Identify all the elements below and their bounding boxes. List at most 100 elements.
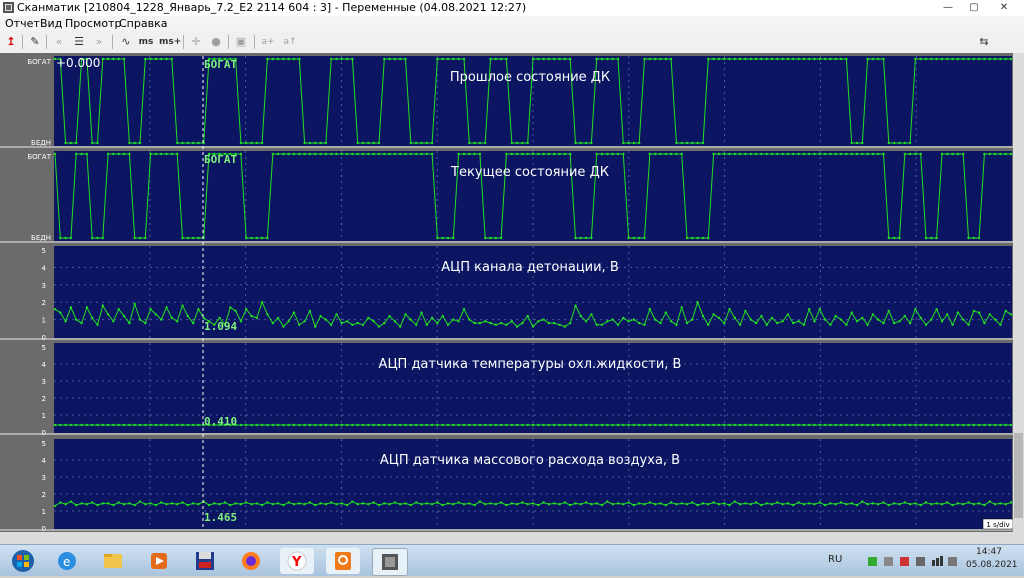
- data-point: [951, 423, 954, 427]
- file-explorer-icon[interactable]: [96, 548, 130, 574]
- data-point: [415, 501, 418, 504]
- internet-explorer-icon[interactable]: e: [50, 548, 84, 574]
- data-point: [356, 423, 359, 427]
- data-point: [898, 141, 901, 145]
- data-point: [298, 57, 301, 61]
- list-icon[interactable]: ☰: [70, 34, 88, 50]
- data-point: [468, 318, 471, 321]
- media-player-icon[interactable]: [142, 548, 176, 574]
- data-point: [484, 320, 487, 323]
- clock-time[interactable]: 14:47: [976, 547, 1002, 557]
- save-app-icon[interactable]: [188, 548, 222, 574]
- yandex-icon[interactable]: Y: [280, 548, 314, 574]
- menu-help[interactable]: Справка: [119, 17, 167, 30]
- data-point: [128, 423, 131, 427]
- data-point: [96, 503, 99, 507]
- y-label-rich: БОГАТ: [27, 58, 51, 66]
- data-point: [170, 57, 173, 61]
- data-point: [478, 141, 482, 145]
- maximize-button[interactable]: ▢: [961, 0, 987, 15]
- ms-scale-button[interactable]: ms: [137, 34, 155, 50]
- data-point: [213, 502, 216, 505]
- data-point: [632, 423, 636, 427]
- data-point: [930, 318, 933, 321]
- data-point: [515, 141, 519, 145]
- data-point: [728, 152, 731, 156]
- pdf-app-icon[interactable]: [326, 548, 360, 574]
- record-icon[interactable]: ●: [207, 34, 225, 50]
- data-point: [441, 236, 444, 240]
- data-point: [340, 321, 343, 325]
- marker-icon[interactable]: ✛: [187, 34, 205, 50]
- menu-view[interactable]: Вид: [40, 17, 62, 30]
- data-point: [808, 423, 811, 427]
- data-point: [675, 152, 678, 156]
- close-button[interactable]: ✕: [987, 0, 1021, 15]
- data-point: [75, 503, 78, 507]
- data-point: [887, 503, 890, 507]
- forward-icon[interactable]: »: [90, 34, 108, 50]
- data-point: [361, 502, 365, 505]
- start-orb-icon[interactable]: [4, 548, 42, 574]
- data-point: [829, 423, 832, 427]
- horizontal-scrollbar[interactable]: [0, 532, 1024, 544]
- data-point: [924, 236, 928, 240]
- waveform-icon[interactable]: ∿: [117, 34, 135, 50]
- data-point: [298, 152, 301, 156]
- chart-canvas[interactable]: БОГАТ БЕДН Прошлое состояние ДК БОГАТ БОГАТ Б…: [0, 53, 1024, 532]
- data-point: [430, 141, 434, 145]
- data-point: [967, 501, 970, 504]
- data-point: [425, 152, 428, 156]
- data-point: [691, 236, 694, 240]
- save-icon[interactable]: ▣: [232, 34, 250, 50]
- edit-icon[interactable]: ✎: [26, 34, 44, 50]
- data-point: [446, 423, 450, 427]
- data-point: [53, 308, 57, 311]
- ms-plus-scale-button[interactable]: ms+: [159, 34, 181, 50]
- data-point: [547, 423, 551, 427]
- keyboard-language[interactable]: RU: [828, 554, 842, 565]
- data-point: [383, 57, 386, 61]
- data-point: [154, 57, 158, 61]
- menu-browse[interactable]: Просмотр: [65, 17, 121, 30]
- data-point: [839, 501, 843, 504]
- marker-up-button[interactable]: a↑: [281, 34, 299, 50]
- data-point: [946, 152, 949, 156]
- data-point: [415, 323, 418, 326]
- data-point: [595, 323, 598, 326]
- data-point: [744, 309, 747, 313]
- data-point: [484, 141, 487, 145]
- data-point: [276, 316, 280, 320]
- usb-connect-icon[interactable]: ⇆: [975, 34, 993, 50]
- data-point: [675, 503, 678, 506]
- data-point: [738, 423, 742, 427]
- data-point: [882, 152, 885, 156]
- data-point: [786, 423, 790, 427]
- data-point: [882, 501, 885, 504]
- menu-report[interactable]: Отчет: [5, 17, 40, 30]
- data-point: [399, 423, 402, 427]
- rewind-icon[interactable]: «: [50, 34, 68, 50]
- data-point: [616, 323, 620, 326]
- clock-date[interactable]: 05.08.2021: [966, 560, 1018, 570]
- exit-arrow-icon[interactable]: ↥: [2, 34, 20, 50]
- data-point: [839, 57, 843, 61]
- data-point: [478, 152, 482, 156]
- y-tick-label: 1: [42, 412, 46, 420]
- data-point: [977, 311, 981, 314]
- minimize-button[interactable]: —: [935, 0, 961, 15]
- data-point: [266, 57, 269, 61]
- data-point: [733, 57, 736, 61]
- data-point: [797, 320, 800, 323]
- data-point: [91, 423, 94, 427]
- tray-icons[interactable]: [868, 555, 958, 570]
- data-point: [457, 501, 460, 504]
- data-point: [659, 57, 662, 61]
- data-point: [266, 423, 269, 427]
- add-marker-button[interactable]: a+: [259, 34, 277, 50]
- scanmatic-taskbar-icon[interactable]: [372, 548, 408, 576]
- y-tick-label: 3: [42, 282, 46, 290]
- data-point: [415, 423, 418, 427]
- data-point: [149, 57, 152, 61]
- firefox-icon[interactable]: [234, 548, 268, 574]
